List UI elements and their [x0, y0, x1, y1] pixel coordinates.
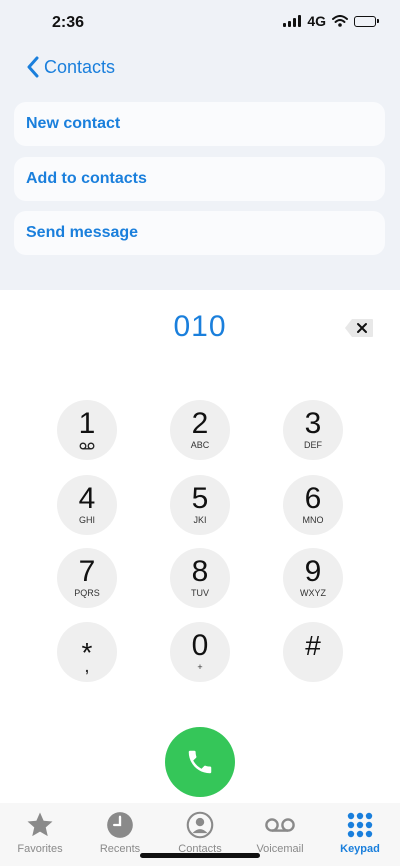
phone-icon — [188, 750, 212, 774]
tab-label: Keypad — [340, 843, 380, 855]
key-letters: GHI — [78, 515, 95, 525]
key-sub — [79, 440, 95, 451]
back-label: Contacts — [44, 56, 116, 77]
battery-icon — [354, 15, 379, 27]
key-digit: # — [305, 630, 321, 661]
status-indicators: 4G — [283, 13, 379, 29]
key-digit: 5 — [191, 482, 209, 515]
key-letters: JKI — [193, 515, 207, 525]
key-digit: 4 — [78, 482, 96, 515]
contact-actions-panel: Contacts New contact Add to contacts Sen… — [0, 46, 400, 290]
send-message-button[interactable]: Send message — [14, 211, 385, 255]
clock-icon — [107, 812, 133, 838]
new-contact-label: New contact — [26, 115, 121, 132]
voicemail-icon — [79, 442, 95, 449]
key-letters: TUV — [191, 588, 209, 598]
key-0[interactable]: 0 + — [170, 622, 230, 682]
key-3[interactable]: 3 DEF — [283, 400, 343, 460]
send-message-label: Send message — [26, 224, 139, 241]
network-type: 4G — [307, 13, 326, 29]
key-letters: , — [85, 658, 89, 675]
key-digit: 9 — [304, 555, 322, 588]
new-contact-button[interactable]: New contact — [14, 102, 385, 146]
key-1[interactable]: 1 — [57, 400, 117, 460]
key-5[interactable]: 5 JKI — [170, 475, 230, 535]
key-hash[interactable]: # — [283, 622, 343, 682]
key-letters: + — [197, 662, 203, 672]
signal-icon — [283, 15, 302, 27]
status-time: 2:36 — [52, 14, 85, 31]
tab-keypad[interactable]: Keypad — [320, 803, 400, 866]
key-digit: 6 — [304, 482, 322, 515]
tab-label: Voicemail — [256, 843, 304, 855]
key-9[interactable]: 9 WXYZ — [283, 548, 343, 608]
key-letters: DEF — [304, 440, 322, 450]
add-to-contacts-label: Add to contacts — [26, 170, 147, 187]
key-letters: PQRS — [74, 588, 100, 598]
add-to-contacts-button[interactable]: Add to contacts — [14, 157, 385, 201]
chevron-left-icon — [27, 56, 39, 78]
backspace-icon — [345, 319, 373, 337]
key-digit: 2 — [191, 407, 209, 440]
key-digit: 3 — [304, 407, 322, 440]
key-letters: WXYZ — [300, 588, 326, 598]
key-digit: 0 — [191, 629, 209, 662]
key-4[interactable]: 4 GHI — [57, 475, 117, 535]
backspace-button[interactable] — [344, 318, 374, 338]
tab-favorites[interactable]: Favorites — [0, 803, 80, 866]
person-icon — [186, 811, 214, 839]
key-digit: 1 — [78, 407, 96, 440]
voicemail-icon — [265, 818, 295, 832]
tab-label: Recents — [99, 843, 141, 855]
key-8[interactable]: 8 TUV — [170, 548, 230, 608]
key-letters: ABC — [190, 440, 210, 450]
call-button[interactable] — [165, 727, 235, 797]
home-indicator — [140, 853, 260, 858]
dialed-number: 010 — [173, 310, 227, 343]
tab-label: Favorites — [17, 843, 63, 855]
star-icon — [27, 812, 53, 837]
key-6[interactable]: 6 MNO — [283, 475, 343, 535]
keypad-icon — [347, 812, 373, 838]
key-digit: 7 — [78, 555, 96, 588]
key-letters: MNO — [302, 515, 324, 525]
key-2[interactable]: 2 ABC — [170, 400, 230, 460]
status-bar: 2:36 4G — [0, 0, 400, 46]
back-button[interactable]: Contacts — [26, 56, 115, 78]
key-7[interactable]: 7 PQRS — [57, 548, 117, 608]
key-digit: 8 — [191, 555, 209, 588]
key-star[interactable]: * , — [57, 622, 117, 682]
wifi-icon — [332, 15, 348, 27]
